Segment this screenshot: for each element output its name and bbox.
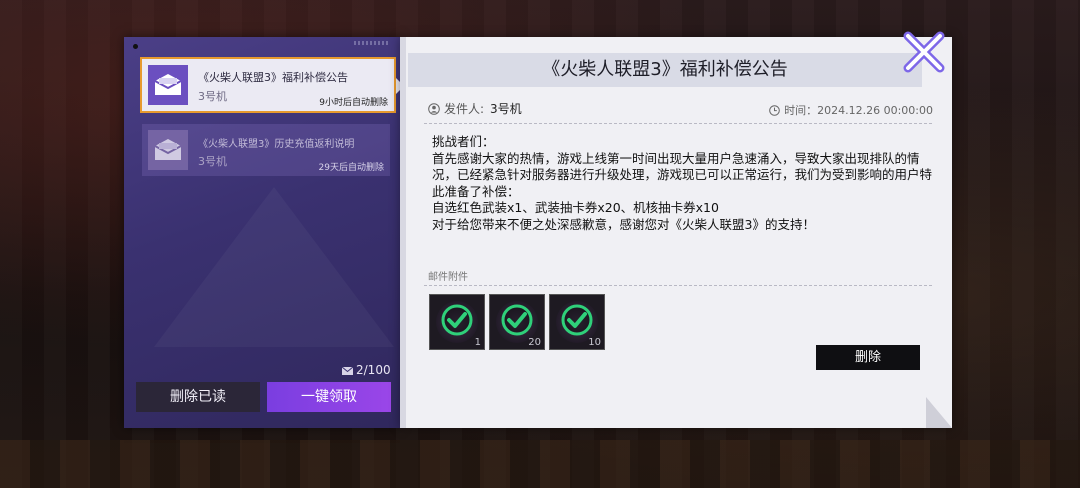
attachment-qty: 20 <box>528 337 541 348</box>
mail-body-line: 对于给您带来不便之处深感歉意，感谢您对《火柴人联盟3》的支持！ <box>432 216 815 232</box>
mail-expire: 29天后自动删除 <box>318 163 384 173</box>
mail-sender: 3号机 <box>198 155 227 168</box>
user-icon <box>428 103 440 115</box>
background-decoration <box>0 440 1080 488</box>
envelope-icon <box>148 130 188 170</box>
mail-detail-panel: 《火柴人联盟3》福利补偿公告 发件人: 3号机 时间：2024.12.26 00:… <box>400 37 952 428</box>
mail-list-item-selected[interactable]: 《火柴人联盟3》福利补偿公告 3号机 9小时后自动删除 <box>140 57 404 113</box>
clock-icon <box>769 105 780 116</box>
mail-list-item[interactable]: 《火柴人联盟3》历史充值返利说明 3号机 29天后自动删除 <box>142 124 390 176</box>
mail-list-panel: 《火柴人联盟3》福利补偿公告 3号机 9小时后自动删除 《火柴人联盟3》历史充值… <box>124 37 404 428</box>
mail-title: 《火柴人联盟3》福利补偿公告 <box>198 71 348 84</box>
mail-body-line: 自选红色武装x1、武装抽卡券x20、机核抽卡券x10 <box>432 200 719 215</box>
panel-decoration <box>154 187 394 347</box>
close-icon[interactable] <box>900 28 948 76</box>
mail-count: 2/100 <box>341 363 391 377</box>
attachment-item[interactable]: 20 <box>489 294 545 350</box>
divider <box>424 285 932 286</box>
check-icon <box>561 304 593 336</box>
mail-body: 挑战者们： 首先感谢大家的热情，游戏上线第一时间出现大量用户急速涌入，导致大家出… <box>432 134 937 233</box>
mail-count-icon <box>341 366 354 375</box>
attachment-item[interactable]: 10 <box>549 294 605 350</box>
mail-expire: 9小时后自动删除 <box>319 98 388 108</box>
delete-read-button[interactable]: 删除已读 <box>136 382 260 412</box>
page-fold <box>926 397 952 428</box>
check-icon <box>441 304 473 336</box>
claim-all-button[interactable]: 一键领取 <box>267 382 391 412</box>
time-row: 时间：2024.12.26 00:00:00 <box>769 102 933 118</box>
mail-body-line: 首先感谢大家的热情，游戏上线第一时间出现大量用户急速涌入，导致大家出现排队的情况… <box>432 150 933 199</box>
mail-count-value: 2/100 <box>356 363 391 377</box>
attachment-item[interactable]: 1 <box>429 294 485 350</box>
panel-stripe <box>400 37 406 428</box>
mail-sender: 3号机 <box>198 90 227 103</box>
panel-ticks <box>354 41 390 45</box>
attachment-qty: 1 <box>474 337 481 348</box>
sender-value: 3号机 <box>490 102 522 116</box>
sender-row: 发件人: 3号机 <box>428 100 522 117</box>
envelope-icon <box>148 65 188 105</box>
delete-button[interactable]: 删除 <box>816 345 920 370</box>
panel-dot <box>133 44 138 49</box>
mail-time: 时间：2024.12.26 00:00:00 <box>784 104 933 117</box>
divider <box>424 123 932 124</box>
attachments-label: 邮件附件 <box>428 272 468 283</box>
attachment-qty: 10 <box>588 337 601 348</box>
mail-detail-title: 《火柴人联盟3》福利补偿公告 <box>542 59 788 80</box>
mail-title: 《火柴人联盟3》历史充值返利说明 <box>198 139 355 150</box>
check-icon <box>501 304 533 336</box>
sender-label: 发件人: <box>444 102 485 116</box>
mail-body-line: 挑战者们： <box>432 134 495 149</box>
